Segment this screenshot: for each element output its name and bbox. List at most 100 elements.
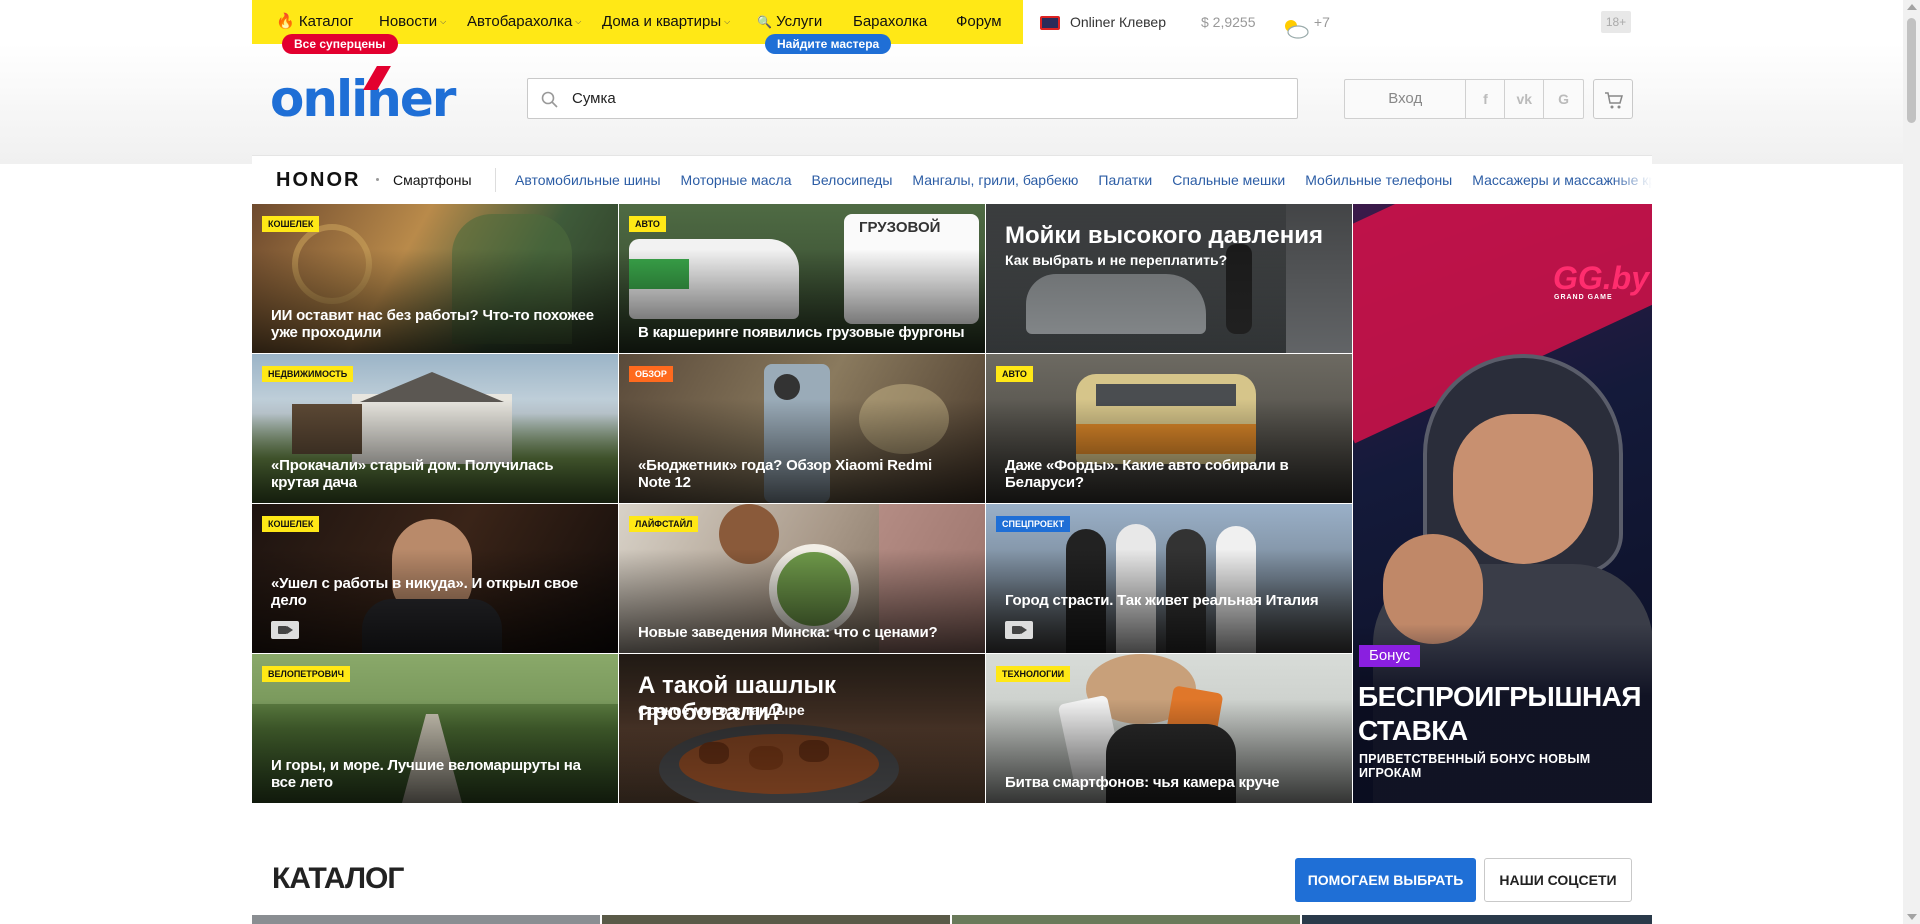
news-tile[interactable]: Обзор «Бюджетник» года? Обзор Xiaomi Red… xyxy=(619,354,985,503)
chevron-down-icon: ⌵ xyxy=(724,17,731,27)
tile-title: «Бюджетник» года? Обзор Xiaomi Redmi Not… xyxy=(638,457,932,491)
clever-link[interactable]: Onliner Клевер xyxy=(1040,0,1166,44)
google-icon[interactable]: G xyxy=(1544,80,1583,118)
promo-link[interactable]: Моторные масла xyxy=(681,172,792,188)
divider-dot xyxy=(376,178,379,181)
tile-tag: Спецпроект xyxy=(996,516,1071,532)
tile-tag: Лайфстайл xyxy=(629,516,699,532)
ad-headline: БЕСПРОИГРЫШНАЯ СТАВКА xyxy=(1358,680,1642,748)
nav-baraholka-label: Барахолка xyxy=(853,13,928,30)
magnifier-icon: 🔍 xyxy=(757,15,772,29)
clever-card-icon xyxy=(1040,16,1060,31)
scrollbar-thumb[interactable] xyxy=(1907,18,1916,123)
promo-link[interactable]: Мобильные телефоны xyxy=(1305,172,1452,188)
onliner-logo[interactable]: onliner xyxy=(270,66,456,128)
tile-title: В каршеринге появились грузовые фургоны xyxy=(638,324,965,341)
search-box[interactable] xyxy=(527,78,1298,119)
catalog-card[interactable] xyxy=(252,915,600,924)
ad-banner[interactable]: GG.by GRAND GAME Бонус БЕСПРОИГРЫШНАЯ СТА… xyxy=(1353,204,1652,803)
news-tile[interactable]: Недвижимость «Прокачали» старый дом. Пол… xyxy=(252,354,618,503)
supersale-pill[interactable]: Все суперцены xyxy=(282,34,398,54)
weather-cloud-icon xyxy=(1280,12,1310,39)
chevron-down-icon: ⌵ xyxy=(440,17,447,27)
tile-title: «Ушел с работы в никуда». И открыл свое … xyxy=(271,575,579,609)
top-navigation: 🔥 Каталог Новости ⌵ Автобарахолка ⌵ Дома и… xyxy=(252,0,1669,54)
currency-rate[interactable]: $ 2,9255 xyxy=(1201,0,1256,44)
tile-title: И горы, и море. Лучшие веломаршруты на в… xyxy=(271,757,581,791)
face-shape xyxy=(1453,414,1593,564)
tile-title: Даже «Форды». Какие авто собирали в Бела… xyxy=(1005,457,1289,491)
tile-big-title: Мойки высокого давления xyxy=(1005,222,1324,249)
auth-box: Вход f vk G xyxy=(1344,79,1584,119)
tile-title: Новые заведения Минска: что с ценами? xyxy=(638,624,938,641)
promo-link[interactable]: Спальные мешки xyxy=(1172,172,1285,188)
tile-title: Битва смартфонов: чья камера круче xyxy=(1005,774,1280,791)
news-tile[interactable]: Авто Даже «Форды». Какие авто собирали в… xyxy=(986,354,1352,503)
ad-headline-2: СТАВКА xyxy=(1358,715,1468,746)
news-tile[interactable]: Велопетрович И горы, и море. Лучшие вело… xyxy=(252,654,618,803)
strip-fade xyxy=(1612,156,1652,204)
promo-link[interactable]: Велосипеды xyxy=(812,172,893,188)
search-icon xyxy=(541,91,558,108)
tile-tag: Авто xyxy=(629,216,666,232)
nav-services-label: Услуги xyxy=(776,13,823,30)
promo-link[interactable]: Автомобильные шины xyxy=(515,172,661,188)
news-tile[interactable]: А такой шашлык пробовали? Сочное мясо в … xyxy=(619,654,985,803)
nav-realty-label: Дома и квартиры xyxy=(602,13,722,30)
nav-forum[interactable]: Форум xyxy=(956,0,1002,44)
video-camera-icon xyxy=(271,621,299,639)
tile-tag: Технологии xyxy=(996,666,1071,682)
tile-tag: Недвижимость xyxy=(262,366,354,382)
tile-tag: Обзор xyxy=(629,366,673,382)
scroll-down-arrow-icon[interactable] xyxy=(1907,914,1917,920)
nav-realty[interactable]: Дома и квартиры ⌵ xyxy=(602,0,730,44)
news-tile[interactable]: Мойки высокого давления Как выбрать и не… xyxy=(986,204,1352,353)
tile-subtitle: Как выбрать и не переплатить? xyxy=(1005,252,1228,268)
chevron-down-icon: ⌵ xyxy=(575,17,582,27)
ad-headline-1: БЕСПРОИГРЫШНАЯ xyxy=(1358,681,1642,712)
login-button[interactable]: Вход xyxy=(1345,80,1467,118)
tile-tag: Авто xyxy=(996,366,1033,382)
nav-catalog-label: Каталог xyxy=(298,13,354,30)
strip-divider xyxy=(495,168,496,192)
tile-tag: Кошелек xyxy=(262,516,320,532)
ad-subtext: ПРИВЕТСТВЕННЫЙ БОНУС НОВЫМ ИГРОКАМ xyxy=(1359,752,1591,780)
scroll-up-arrow-icon[interactable] xyxy=(1907,4,1917,10)
video-camera-icon xyxy=(1005,621,1033,639)
ad-bonus-badge: Бонус xyxy=(1359,645,1421,667)
promo-link[interactable]: Палатки xyxy=(1098,172,1152,188)
tile-tag: Кошелек xyxy=(262,216,320,232)
page-scrollbar[interactable] xyxy=(1903,0,1920,924)
vk-icon[interactable]: vk xyxy=(1505,80,1545,118)
promo-link[interactable]: Мангалы, грили, барбекю xyxy=(912,172,1078,188)
news-tile[interactable]: Кошелек «Ушел с работы в никуда». И откр… xyxy=(252,504,618,653)
news-tile[interactable]: ГРУЗОВОЙ Авто В каршеринге появились гру… xyxy=(619,204,985,353)
tile-title: ИИ оставит нас без работы? Что-то похоже… xyxy=(271,307,594,341)
search-input[interactable] xyxy=(572,79,1272,118)
honor-category[interactable]: Смартфоны xyxy=(393,156,472,204)
age-badge: 18+ xyxy=(1601,11,1631,33)
honor-logo[interactable]: HONOR xyxy=(276,156,360,204)
ad-brand-logo: GG.by xyxy=(1553,260,1650,296)
catalog-card[interactable] xyxy=(602,915,950,924)
news-tile[interactable]: Лайфстайл Новые заведения Минска: что с … xyxy=(619,504,985,653)
catalog-card[interactable] xyxy=(952,915,1300,924)
fire-icon: 🔥 xyxy=(276,13,295,30)
weather-widget[interactable]: +7 xyxy=(1280,0,1330,44)
promo-strip: HONOR Смартфоны Автомобильные шины Моторн… xyxy=(252,155,1652,204)
facebook-icon[interactable]: f xyxy=(1466,80,1506,118)
news-tile[interactable]: Спецпроект Город страсти. Так живет реал… xyxy=(986,504,1352,653)
logo-text: onliner xyxy=(270,70,456,128)
catalog-card[interactable] xyxy=(1302,915,1652,924)
cart-button[interactable] xyxy=(1593,79,1633,119)
find-master-pill[interactable]: Найдите мастера xyxy=(765,34,892,54)
nav-auto-label: Автобарахолка xyxy=(467,13,573,30)
weather-temp: +7 xyxy=(1313,14,1330,30)
news-tile[interactable]: Технологии Битва смартфонов: чья камера … xyxy=(986,654,1352,803)
nav-auto[interactable]: Автобарахолка ⌵ xyxy=(467,0,581,44)
nav-news-label: Новости xyxy=(379,13,438,30)
help-choose-button[interactable]: ПОМОГАЕМ ВЫБРАТЬ xyxy=(1295,858,1476,902)
nav-forum-label: Форум xyxy=(956,13,1002,30)
news-tile[interactable]: Кошелек ИИ оставит нас без работы? Что-т… xyxy=(252,204,618,353)
socials-button[interactable]: НАШИ СОЦСЕТИ xyxy=(1484,858,1632,902)
